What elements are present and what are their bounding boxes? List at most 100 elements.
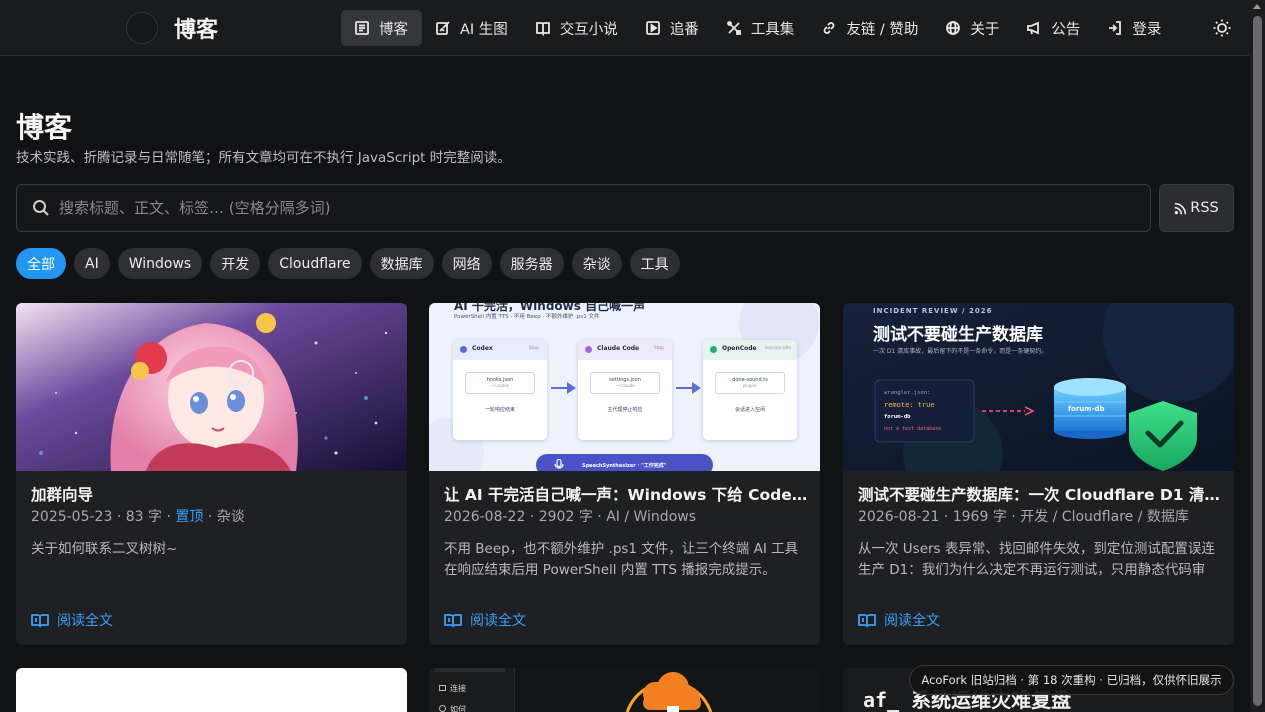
play-icon	[645, 20, 661, 36]
tag-server[interactable]: 服务器	[499, 248, 564, 279]
cover-subtitle: 一次 D1 清库事故，最后留下的不是一条命令，而是一条硬契约。	[873, 348, 1048, 355]
arrow-right-icon	[551, 382, 576, 394]
post-card[interactable]	[16, 668, 407, 712]
post-meta: 2025-05-23 · 83 字 · 置顶 · 杂谈	[31, 509, 245, 525]
post-category[interactable]: AI / Windows	[606, 509, 696, 525]
cover-box-claude: Claude Code Stop settings.json ~/.claude…	[578, 340, 672, 440]
nav-item-about[interactable]: 关于	[932, 10, 1013, 46]
nav-item-anime[interactable]: 追番	[632, 10, 713, 46]
tag-database[interactable]: 数据库	[369, 248, 434, 279]
tag-cloudflare[interactable]: Cloudflare	[268, 248, 362, 279]
search-box[interactable]	[16, 184, 1151, 232]
cover-box-tag: Stop	[653, 346, 664, 351]
post-card[interactable]: AI 干完活，Windows 自己喊一声 PowerShell 内置 TTS ·…	[429, 303, 820, 645]
cover-box-sub: ~/.claude	[615, 383, 635, 388]
sun-icon	[1213, 19, 1231, 37]
nav-label: 追番	[669, 21, 699, 38]
nav-label: 交互小说	[559, 21, 618, 38]
cover-sidebar-item: 如何	[439, 704, 466, 712]
read-more-link[interactable]: 阅读全文	[858, 610, 940, 630]
post-date: 2026-08-22	[444, 509, 526, 525]
search-icon	[33, 200, 49, 216]
cover-db-label: forum-db	[1068, 405, 1105, 413]
cover-box-name: OpenCode	[722, 345, 757, 352]
cover-speech-bar: SpeechSynthesizer · "工作完成"	[536, 454, 713, 471]
nav-label: 公告	[1051, 21, 1081, 38]
cover-box-sub: plugins	[742, 383, 758, 388]
book-open-icon	[31, 614, 49, 628]
post-card[interactable]: INCIDENT REVIEW / 2026 测试不要碰生产数据库 一次 D1 …	[843, 303, 1234, 645]
megaphone-icon	[1026, 20, 1042, 36]
rss-button[interactable]: RSS	[1159, 184, 1234, 232]
book-open-icon	[858, 614, 876, 628]
tag-ai[interactable]: AI	[74, 248, 110, 279]
microphone-icon	[554, 459, 564, 469]
cover-code-line: forum-db	[884, 414, 911, 420]
post-excerpt: 关于如何联系二叉树树~	[31, 541, 178, 557]
nav-item-login[interactable]: 登录	[1094, 10, 1175, 46]
post-meta: 2026-08-21 · 1969 字 · 开发 / Cloudflare / …	[858, 509, 1189, 525]
scroll-up-arrow-icon[interactable]	[1253, 4, 1261, 9]
post-card[interactable]: 加群向导 2025-05-23 · 83 字 · 置顶 · 杂谈 关于如何联系二…	[16, 303, 407, 645]
globe-icon	[945, 20, 961, 36]
cover-code-line: remote: true	[884, 401, 935, 409]
read-more-link[interactable]: 阅读全文	[31, 610, 113, 630]
link-icon	[821, 20, 837, 36]
post-category[interactable]: 杂谈	[217, 509, 245, 525]
post-title[interactable]: 加群向导	[31, 483, 395, 505]
cover-sidebar-item: 连接	[439, 683, 466, 694]
nav-item-links[interactable]: 友链 / 赞助	[808, 10, 932, 46]
tag-all[interactable]: 全部	[16, 248, 66, 279]
pinned-badge[interactable]: 置顶	[175, 509, 203, 525]
tag-dev[interactable]: 开发	[210, 248, 261, 279]
page-scrollbar[interactable]	[1250, 0, 1265, 712]
brand[interactable]: 博客	[126, 12, 218, 44]
nav-label: 博客	[379, 21, 408, 38]
nav-item-novel[interactable]: 交互小说	[522, 10, 632, 46]
archive-notice-badge: AcoFork 旧站归档 · 第 18 次重构 · 已归档，仅供怀旧展示	[909, 665, 1234, 695]
rss-label: RSS	[1190, 200, 1219, 216]
scrollbar-thumb[interactable]	[1253, 16, 1262, 706]
post-category[interactable]: 开发 / Cloudflare / 数据库	[1020, 509, 1189, 525]
tag-misc[interactable]: 杂谈	[571, 248, 622, 279]
nav-item-announcement[interactable]: 公告	[1013, 10, 1094, 46]
search-input[interactable]	[59, 199, 1150, 217]
theme-toggle-button[interactable]	[1210, 16, 1234, 40]
read-more-label: 阅读全文	[57, 613, 113, 629]
post-cover-anime-illustration	[16, 303, 407, 471]
cover-sidebar-label: 连接	[450, 684, 466, 693]
tag-network[interactable]: 网络	[441, 248, 492, 279]
read-more-link[interactable]: 阅读全文	[444, 610, 526, 630]
nav-item-blog[interactable]: 博客	[341, 10, 422, 46]
post-date: 2026-08-21	[858, 509, 940, 525]
read-more-label: 阅读全文	[470, 613, 526, 629]
book-open-icon	[444, 614, 462, 628]
post-excerpt: 从一次 Users 表异常、找回邮件失效，到定位测试配置误连生产 D1：我们为什…	[858, 541, 1215, 578]
nav-label: AI 生图	[460, 21, 508, 38]
tag-windows[interactable]: Windows	[117, 248, 203, 279]
nav-item-tools[interactable]: 工具集	[713, 10, 809, 46]
cover-box-note: 一轮响应结束	[484, 407, 515, 413]
post-word-count: 2902 字	[538, 509, 593, 525]
nav-label: 友链 / 赞助	[846, 21, 919, 38]
post-cover-incident-review: INCIDENT REVIEW / 2026 测试不要碰生产数据库 一次 D1 …	[843, 303, 1234, 471]
cover-box-sub: ~/.codex	[491, 383, 509, 388]
post-word-count: 83 字	[125, 509, 162, 525]
cover-box-note: 主代理停止响应	[607, 407, 643, 413]
arrow-right-icon	[676, 382, 701, 394]
cover-box-tag: Stop	[528, 346, 539, 351]
cover-box-note: 会话进入空闲	[734, 407, 765, 413]
page-subtitle: 技术实践、折腾记录与日常随笔；所有文章均可在不执行 JavaScript 时完整…	[16, 150, 511, 166]
post-meta: 2026-08-22 · 2902 字 · AI / Windows	[444, 509, 697, 525]
nav-item-ai-image[interactable]: AI 生图	[422, 10, 522, 46]
page-title: 博客	[16, 111, 73, 144]
post-title[interactable]: 测试不要碰生产数据库：一次 Cloudflare D1 清空事故的复盘	[858, 483, 1222, 505]
tag-tools[interactable]: 工具	[629, 248, 680, 279]
cover-subtitle: PowerShell 内置 TTS · 不用 Beep · 不额外维护 .ps1…	[454, 314, 600, 320]
cover-sidebar: 连接 如何	[429, 668, 515, 712]
cover-box-name: Codex	[472, 345, 493, 352]
cover-box-tag: session.idle	[764, 346, 791, 351]
rss-icon	[1175, 202, 1187, 214]
post-card[interactable]: 连接 如何	[429, 668, 820, 712]
post-title[interactable]: 让 AI 干完活自己喊一声：Windows 下给 Codex、Claude Co…	[444, 483, 808, 505]
